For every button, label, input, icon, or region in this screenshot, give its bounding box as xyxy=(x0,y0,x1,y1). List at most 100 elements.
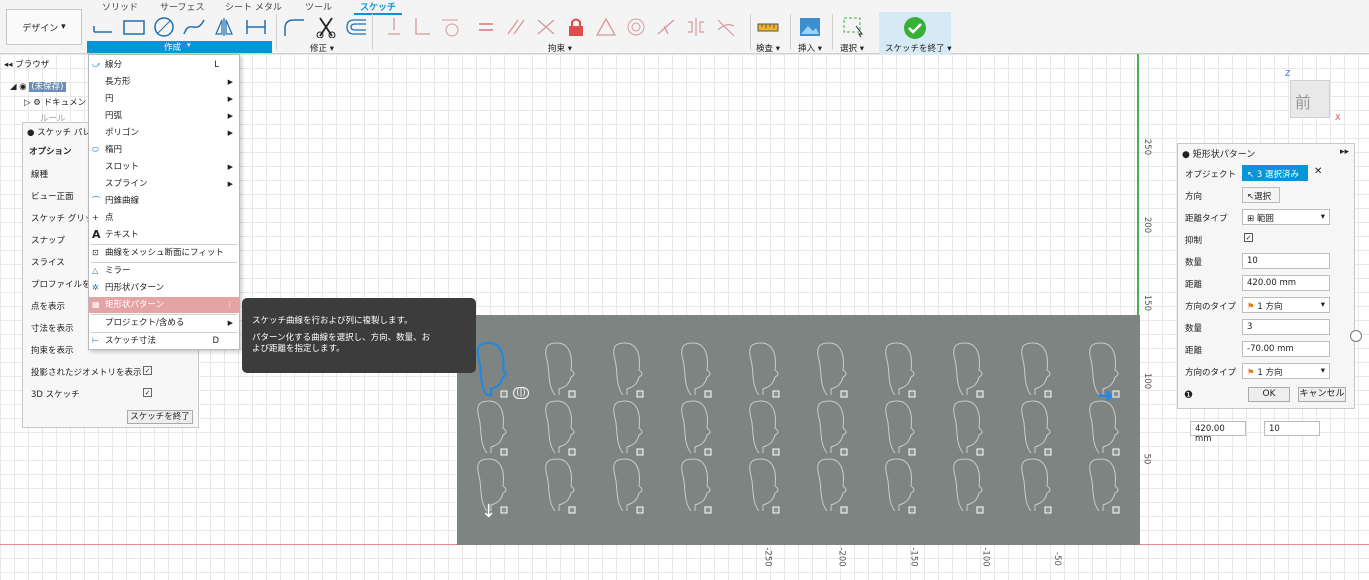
tab-solid[interactable]: ソリッド xyxy=(102,0,138,13)
ruler-v-200: 200 xyxy=(1142,216,1153,234)
constraint-concentric-icon[interactable] xyxy=(624,16,648,38)
pattern-instance-checkbox xyxy=(1044,506,1052,514)
menu-item-rectangle[interactable]: 長方形 ▶ xyxy=(89,74,239,90)
dir-type1-dropdown[interactable]: ⚑ 1 方向 ▾ xyxy=(1242,297,1330,313)
tab-sketch[interactable]: スケッチ xyxy=(354,0,403,15)
finish-sketch-button[interactable]: スケッチを終了 ▾ xyxy=(879,12,951,54)
design-workspace-button[interactable]: デザイン ▾ xyxy=(6,9,82,45)
insert-group-label[interactable]: 挿入 ▾ xyxy=(798,42,822,54)
clear-selection-icon[interactable]: ✕ xyxy=(1314,166,1322,177)
inspect-group-label[interactable]: 検査 ▾ xyxy=(756,42,780,54)
browser-item-root[interactable]: ◢ ◉ (未保存) xyxy=(10,80,66,92)
menu-item-arc[interactable]: 円弧 ▶ xyxy=(89,108,239,124)
menu-item-circular-pattern[interactable]: ✲ 円形状パターン xyxy=(89,280,239,296)
menu-item-conic[interactable]: ⌒ 円錐曲線 xyxy=(89,193,239,209)
dir-type2-dropdown[interactable]: ⚑ 1 方向 ▾ xyxy=(1242,363,1330,379)
menu-item-sketch-dimension[interactable]: ⊢ スケッチ寸法 D xyxy=(89,333,239,349)
tab-surface[interactable]: サーフェス xyxy=(160,0,204,13)
constraint-midpoint-icon[interactable] xyxy=(654,16,678,38)
head-profile xyxy=(749,458,779,512)
constraint-curvature-icon[interactable] xyxy=(714,16,738,38)
floating-distance-input[interactable]: 420.00 mm xyxy=(1190,421,1246,444)
options-section[interactable]: オプション xyxy=(29,145,72,157)
info-icon[interactable]: ❶ xyxy=(1184,390,1193,401)
distance-type-dropdown[interactable]: ⊞ 範囲 ▾ xyxy=(1242,209,1330,225)
suppress-checkbox[interactable]: ✓ xyxy=(1244,233,1253,242)
panel-handle-icon[interactable] xyxy=(1350,330,1362,342)
constraint-tangent-icon[interactable] xyxy=(438,16,462,38)
arrow-down-handle[interactable]: ↓ xyxy=(481,501,496,522)
text-icon: A xyxy=(92,228,101,241)
constraint-triangle-icon[interactable] xyxy=(594,16,618,38)
quantity2-input[interactable]: 3 xyxy=(1242,319,1330,335)
mirror-icon: △ xyxy=(92,266,99,275)
toolbar: デザイン ▾ ソリッド サーフェス シート メタル ツール スケッチ 作成 ▾ 修… xyxy=(0,0,1369,54)
constraint-parallel-icon[interactable] xyxy=(504,16,528,38)
rectangle-icon[interactable] xyxy=(122,16,146,38)
menu-item-slot[interactable]: スロット ▶ xyxy=(89,159,239,175)
object-select-button[interactable]: ↖ 3 選択済み xyxy=(1242,165,1308,181)
constraint-collinear-icon[interactable] xyxy=(534,16,558,38)
head-profile xyxy=(477,400,507,454)
lock-icon[interactable] xyxy=(564,16,588,38)
collapse-icon[interactable]: ◂◂ xyxy=(4,60,13,70)
palette-finish-button[interactable]: スケッチを終了 xyxy=(127,410,193,424)
menu-item-line[interactable]: ⤻ 線分 L xyxy=(89,57,239,73)
expand-icon[interactable]: ▸▸ xyxy=(1340,147,1349,157)
menu-item-point[interactable]: + 点 xyxy=(89,210,239,226)
pattern-instance-checkbox xyxy=(976,506,984,514)
3d-sketch-checkbox[interactable]: ✓ xyxy=(143,388,152,397)
menu-item-spline[interactable]: スプライン ▶ xyxy=(89,176,239,192)
offset-icon[interactable] xyxy=(344,16,368,38)
constraint-equal-icon[interactable] xyxy=(474,16,498,38)
distance2-input[interactable]: -70.00 mm xyxy=(1242,341,1330,357)
dimension-icon[interactable] xyxy=(244,16,268,38)
select-group-label[interactable]: 選択 ▾ xyxy=(840,42,864,54)
mirror-icon[interactable] xyxy=(212,16,236,38)
dialog-title[interactable]: ● 矩形状パターン xyxy=(1182,147,1255,160)
distance1-input[interactable]: 420.00 mm xyxy=(1242,275,1330,291)
view-cube-face[interactable]: 前 xyxy=(1295,89,1311,113)
tab-tools[interactable]: ツール xyxy=(305,0,332,13)
trim-icon[interactable] xyxy=(314,16,338,38)
floating-count-input[interactable]: 10 xyxy=(1264,421,1320,436)
cancel-button[interactable]: キャンセル xyxy=(1298,387,1346,402)
menu-item-polygon[interactable]: ポリゴン ▶ xyxy=(89,125,239,141)
measure-icon[interactable] xyxy=(756,16,780,38)
tab-sheet-metal[interactable]: シート メタル xyxy=(225,0,282,13)
quantity1-input[interactable]: 10 xyxy=(1242,253,1330,269)
ok-button[interactable]: OK xyxy=(1248,387,1290,402)
modify-group-label[interactable]: 修正 ▾ xyxy=(310,42,334,54)
circle-icon[interactable] xyxy=(152,16,176,38)
constraint-symmetry-icon[interactable] xyxy=(684,16,708,38)
menu-item-rectangular-pattern[interactable]: ▦ 矩形状パターン ⋮ xyxy=(89,297,239,313)
ruler-h-100: -100 xyxy=(980,547,991,567)
menu-item-circle[interactable]: 円 ▶ xyxy=(89,91,239,107)
pattern-instance-checkbox xyxy=(976,390,984,398)
pattern-instance-checkbox xyxy=(840,448,848,456)
create-group-label[interactable]: 作成 ▾ xyxy=(87,41,272,53)
menu-item-ellipse[interactable]: ⬭ 楕円 xyxy=(89,142,239,158)
head-profile xyxy=(681,458,711,512)
insert-image-icon[interactable] xyxy=(798,16,822,38)
projected-checkbox[interactable]: ✓ xyxy=(143,366,152,375)
select-icon[interactable] xyxy=(842,16,866,38)
constraint-coincident-icon[interactable] xyxy=(382,16,406,38)
menu-item-project[interactable]: プロジェクト/含める ▶ xyxy=(89,315,239,331)
constraint-perpendicular-icon[interactable] xyxy=(410,16,434,38)
line-icon[interactable] xyxy=(92,16,116,38)
fillet-icon[interactable] xyxy=(282,16,306,38)
spline-icon[interactable] xyxy=(182,16,206,38)
menu-item-mirror[interactable]: △ ミラー xyxy=(89,263,239,279)
menu-item-fit-curve[interactable]: ⊡ 曲線をメッシュ断面にフィット xyxy=(89,245,239,261)
menu-item-text[interactable]: A テキスト xyxy=(89,227,239,243)
constrain-group-label[interactable]: 拘束 ▾ xyxy=(548,42,572,54)
pattern-instance-checkbox xyxy=(636,506,644,514)
view-cube[interactable]: 前 Z X xyxy=(1285,69,1340,122)
pattern-instance-checkbox xyxy=(840,506,848,514)
arrow-right-handle[interactable]: ➜ xyxy=(1097,383,1114,407)
browser-item-doc[interactable]: ▷ ⚙ ドキュメント xyxy=(24,96,95,108)
direction-select-button[interactable]: ↖選択 xyxy=(1242,187,1280,203)
browser-header[interactable]: ◂◂ ブラウザ xyxy=(4,58,49,70)
arrow-toggle-handle[interactable]: ⟨|⟩ xyxy=(513,387,530,399)
